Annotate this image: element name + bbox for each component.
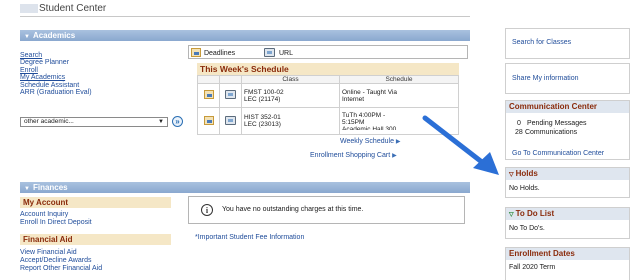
holds-header[interactable]: ▽ Holds <box>506 168 629 180</box>
pending-label: Pending Messages <box>526 120 587 127</box>
search-link[interactable]: Search <box>20 52 42 59</box>
deadlines-url-bar: Deadlines URL <box>188 45 468 59</box>
deadlines-label: Deadlines <box>203 50 236 57</box>
enrollment-shopping-cart-label: Enrollment Shopping Cart <box>310 152 391 159</box>
todo-title: To Do List <box>515 209 555 218</box>
class-column-header: Class <box>241 75 340 84</box>
info-icon: i <box>201 204 213 216</box>
account-inquiry-link[interactable]: Account Inquiry <box>20 211 68 218</box>
holds-title: Holds <box>515 169 538 178</box>
search-for-classes-link[interactable]: Search for Classes <box>506 39 571 46</box>
weekly-schedule-title: This Week's Schedule <box>197 63 459 75</box>
collapse-triangle-icon: ▽ <box>509 212 514 218</box>
communication-counts: 0 Pending Messages 28 Communications <box>506 119 629 137</box>
financial-aid-subheader: Financial Aid <box>20 234 171 245</box>
enrollment-dates-title: Enrollment Dates <box>506 248 629 260</box>
header-logo-strip <box>20 4 38 13</box>
arrow-shaft <box>422 115 490 169</box>
class-section: LEC (21174) <box>244 95 281 103</box>
communications-count: 28 <box>515 129 523 136</box>
charges-message: You have no outstanding charges at this … <box>222 206 364 213</box>
finances-title: Finances <box>32 183 68 192</box>
schedule-assistant-link[interactable]: Schedule Assistant <box>20 82 79 89</box>
table-row: FMST 100-02 LEC (21174) Online - Taught … <box>197 83 459 108</box>
arr-graduation-eval-link[interactable]: ARR (Graduation Eval) <box>20 89 92 96</box>
collapse-triangle-icon: ▼ <box>24 186 30 192</box>
pending-count: 0 <box>517 120 521 127</box>
double-chevron-right-icon: » <box>175 117 180 126</box>
schedule-cell: Online - Taught Via Internet <box>339 83 459 108</box>
class-code: FMST 100-02 <box>244 88 284 96</box>
arrow-annotation-icon <box>422 115 499 175</box>
share-my-information-link[interactable]: Share My information <box>506 75 579 82</box>
view-financial-aid-link[interactable]: View Financial Aid <box>20 249 77 256</box>
share-info-box: Share My information <box>505 63 630 94</box>
other-academic-select[interactable]: other academic... ▼ <box>20 117 168 127</box>
schedule-line: Internet <box>342 95 365 103</box>
calendar-icon <box>191 48 201 57</box>
academics-section-header[interactable]: ▼ Academics <box>20 30 470 41</box>
go-to-communication-center-link[interactable]: Go To Communication Center <box>512 150 604 157</box>
weekly-schedule-link[interactable]: Weekly Schedule ▶ <box>340 138 401 145</box>
enroll-link[interactable]: Enroll <box>20 67 38 74</box>
communication-center-box: Communication Center 0 Pending Messages … <box>505 100 630 160</box>
student-fee-info-link[interactable]: *Important Student Fee Information <box>195 234 304 241</box>
academics-links: Search Degree Planner Enroll My Academic… <box>20 52 92 96</box>
schedule-line: Online - Taught Via <box>342 88 398 96</box>
todo-box: ▽ To Do List No To Do's. <box>505 207 630 239</box>
class-cell: FMST 100-02 LEC (21174) <box>241 83 340 108</box>
chevron-down-icon: ▼ <box>158 119 164 125</box>
todo-text: No To Do's. <box>509 225 545 232</box>
weekly-schedule-link-label: Weekly Schedule <box>340 138 394 145</box>
charges-info-box: i You have no outstanding charges at thi… <box>188 196 465 224</box>
direct-deposit-link[interactable]: Enroll In Direct Deposit <box>20 219 92 226</box>
calendar-icon[interactable] <box>203 115 214 125</box>
degree-planner-link[interactable]: Degree Planner <box>20 59 69 66</box>
calendar-icon[interactable] <box>203 90 214 99</box>
accept-decline-awards-link[interactable]: Accept/Decline Awards <box>20 257 91 264</box>
collapse-triangle-icon: ▽ <box>509 172 514 178</box>
communication-center-title: Communication Center <box>506 101 629 113</box>
table-cell <box>219 83 242 108</box>
table-cell <box>219 107 242 135</box>
class-section: LEC (23013) <box>244 121 281 128</box>
deadlines-button[interactable]: Deadlines <box>191 48 235 59</box>
monitor-icon <box>264 48 275 57</box>
class-cell: HIST 352-01 LEC (23013) <box>241 107 340 135</box>
my-account-subheader: My Account <box>20 197 171 208</box>
financial-aid-links: View Financial Aid Accept/Decline Awards… <box>20 249 102 273</box>
collapse-triangle-icon: ▼ <box>24 34 30 40</box>
my-account-links: Account Inquiry Enroll In Direct Deposit <box>20 211 92 227</box>
holds-text: No Holds. <box>509 185 540 192</box>
other-academic-select-value: other academic... <box>24 118 74 125</box>
report-other-aid-link[interactable]: Report Other Financial Aid <box>20 265 102 272</box>
schedule-header-row: Class Schedule <box>197 75 459 84</box>
table-cell <box>197 83 220 108</box>
url-label: URL <box>278 50 293 57</box>
finances-section-header[interactable]: ▼ Finances <box>20 182 470 193</box>
academics-title: Academics <box>32 31 76 40</box>
monitor-icon[interactable] <box>225 90 236 99</box>
header-divider <box>20 16 470 17</box>
go-button[interactable]: » <box>172 116 183 127</box>
url-button[interactable]: URL <box>264 48 293 59</box>
enrollment-shopping-cart-link[interactable]: Enrollment Shopping Cart ▶ <box>310 152 397 159</box>
page-title: Student Center <box>39 3 107 14</box>
communications-label: Communications <box>524 129 578 136</box>
todo-header[interactable]: ▽ To Do List <box>506 208 629 220</box>
enrollment-term-text: Fall 2020 Term <box>509 264 556 271</box>
monitor-icon[interactable] <box>225 115 236 125</box>
search-classes-box: Search for Classes <box>505 28 630 59</box>
my-academics-link[interactable]: My Academics <box>20 74 65 81</box>
holds-box: ▽ Holds No Holds. <box>505 167 630 198</box>
table-cell <box>197 107 220 135</box>
schedule-column-header: Schedule <box>339 75 459 84</box>
class-code: HIST 352-01 <box>244 114 281 121</box>
enrollment-dates-box: Enrollment Dates Fall 2020 Term <box>505 247 630 280</box>
